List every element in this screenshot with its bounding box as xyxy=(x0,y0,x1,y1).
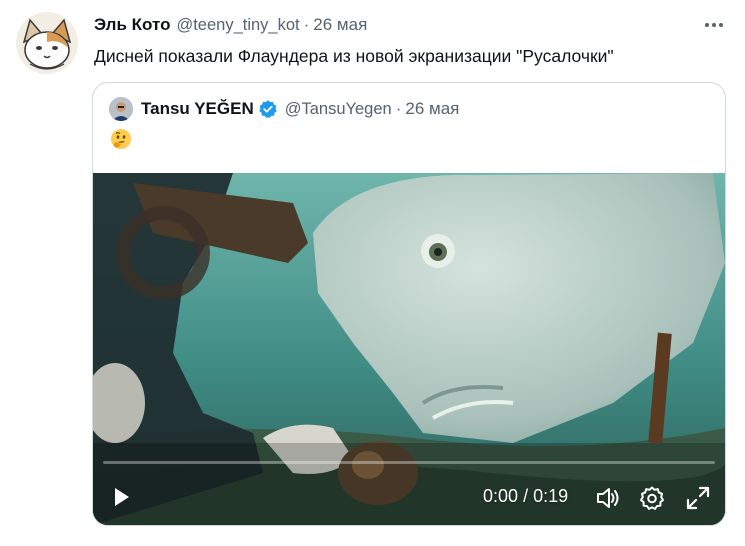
tweet-header: Эль Кото @teeny_tiny_kot · 26 мая xyxy=(94,14,367,36)
settings-gear-icon xyxy=(640,486,664,510)
quoted-tweet-date[interactable]: 26 мая xyxy=(405,99,459,119)
person-avatar-icon xyxy=(109,97,133,121)
verified-badge-icon xyxy=(258,100,277,118)
quoted-author-name[interactable]: Tansu YEĞEN xyxy=(141,99,254,119)
video-progress-bar[interactable] xyxy=(103,461,715,464)
thinking-face-emoji xyxy=(109,127,135,153)
header-separator: · xyxy=(303,15,310,34)
fullscreen-icon xyxy=(686,486,710,510)
play-button[interactable] xyxy=(109,485,133,509)
fullscreen-button[interactable] xyxy=(685,485,711,511)
volume-button[interactable] xyxy=(595,485,621,511)
thinking-face-icon xyxy=(111,129,131,149)
time-separator: / xyxy=(523,486,529,506)
quoted-author-avatar[interactable] xyxy=(109,97,133,121)
quoted-tweet-card[interactable]: Tansu YEĞEN @TansuYegen · 26 мая 0:00 / … xyxy=(92,82,726,526)
time-total: 0:19 xyxy=(533,486,569,506)
settings-button[interactable] xyxy=(639,485,665,511)
volume-icon xyxy=(597,488,619,508)
quoted-author-handle[interactable]: @TansuYegen xyxy=(285,100,392,119)
author-avatar[interactable] xyxy=(16,12,78,74)
author-handle[interactable]: @teeny_tiny_kot xyxy=(176,16,299,35)
quoted-header-separator: · xyxy=(395,99,402,118)
underwater-fish-video-frame xyxy=(93,173,725,525)
more-horizontal-icon xyxy=(705,23,723,27)
tweet-date[interactable]: 26 мая xyxy=(313,15,367,35)
video-player[interactable]: 0:00 / 0:19 xyxy=(93,173,725,525)
more-options-button[interactable] xyxy=(701,12,727,38)
time-current: 0:00 xyxy=(483,486,519,506)
cat-avatar-icon xyxy=(16,12,78,74)
quoted-tweet-header: Tansu YEĞEN @TansuYegen · 26 мая xyxy=(109,97,459,121)
author-name[interactable]: Эль Кото xyxy=(94,15,170,35)
play-icon xyxy=(115,488,129,506)
tweet-text: Дисней показали Флаундера из новой экран… xyxy=(94,46,614,66)
video-time: 0:00 / 0:19 xyxy=(483,486,568,507)
